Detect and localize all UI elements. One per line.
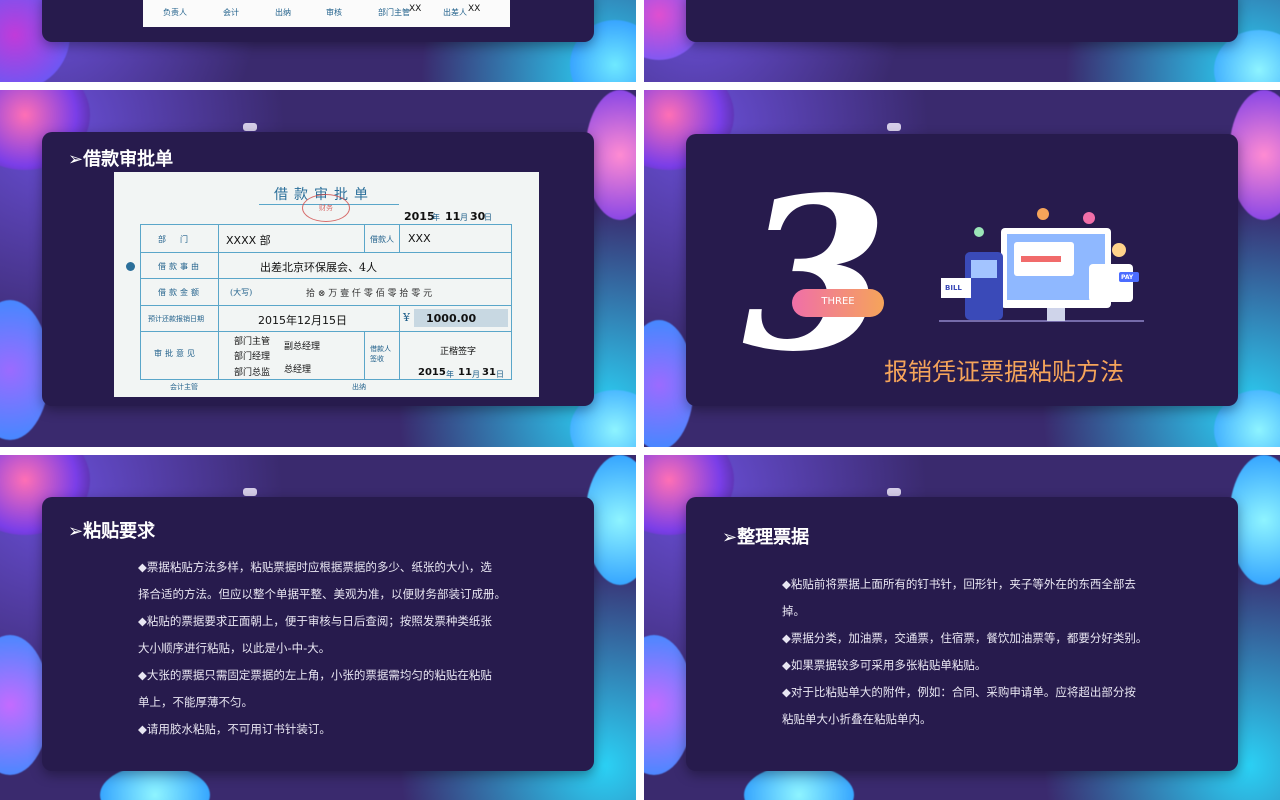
col-line	[218, 224, 219, 379]
slide-thumbnail-loan-approval[interactable]: ➢借款审批单 借款审批单 财务 2015 年 11 月 30 日 部门 XXXX…	[0, 90, 636, 447]
sign-value: 正楷签字	[440, 347, 477, 357]
paste-requirements-list: ◆票据粘贴方法多样，粘贴票据时应根据票据的多少、纸张的大小，选 择合适的方法。但…	[138, 554, 518, 743]
footer-accountant: 会计主管	[170, 383, 198, 391]
bullet-line: ◆如果票据较多可采用多张粘贴单粘贴。	[782, 658, 987, 672]
form-footer-dept-head-value: XX	[409, 4, 422, 14]
organize-receipts-list: ◆粘贴前将票据上面所有的钉书针，回形针，夹子等外在的东西全部去 掉。 ◆票据分类…	[782, 571, 1162, 733]
bullet-line: ◆票据分类，加油票，交通票，住宿票，餐饮加油票等，都要分好类别。	[782, 631, 1148, 645]
col-line	[399, 331, 400, 379]
borrower-value: XXX	[408, 232, 431, 245]
slide-heading: ➢整理票据	[722, 527, 810, 548]
slide-thumbnail-paste-requirements[interactable]: ➢粘贴要求 ◆票据粘贴方法多样，粘贴票据时应根据票据的多少、纸张的大小，选 择合…	[0, 455, 636, 800]
sign-date-year-unit: 年	[446, 370, 454, 379]
approver-3: 部门总监	[234, 368, 271, 378]
form-footer-dept-head: 部门主管	[378, 8, 410, 17]
form-footer-cashier: 出纳	[275, 8, 291, 17]
row-line	[140, 252, 511, 253]
reason-label: 借款事由	[158, 262, 202, 271]
approval-label: 审批意见	[154, 349, 198, 358]
form-date-day-unit: 日	[484, 213, 492, 222]
decorative-tag	[887, 488, 901, 496]
approval-stamp: 财务	[302, 194, 350, 222]
illustration-pay-label: PAY	[1121, 274, 1134, 281]
form-date-month-unit: 月	[460, 213, 468, 222]
bullet-line: ◆对于比粘贴单大的附件，例如：合同、采购申请单。应将超出部分按	[782, 685, 1136, 699]
row-line	[140, 305, 511, 306]
slide-thumbnail-top-right[interactable]	[644, 0, 1280, 82]
approver-2: 部门经理	[234, 352, 271, 362]
amount-symbol: ¥	[403, 311, 410, 324]
col-line	[399, 305, 400, 331]
illustration-bill-label: BILL	[945, 284, 962, 292]
bullet-line: 大小顺序进行粘贴，以此是小-中-大。	[138, 641, 331, 655]
bullet-line: ◆粘贴前将票据上面所有的钉书针，回形针，夹子等外在的东西全部去	[782, 577, 1136, 591]
row-line	[140, 331, 511, 332]
row-line	[140, 278, 511, 279]
form-footer-claimant-value: XX	[468, 4, 481, 14]
slide-heading: ➢借款审批单	[68, 149, 174, 170]
bullet-line: 单上，不能厚薄不匀。	[138, 695, 253, 709]
expense-form-crop: 负责人 会计 出纳 审核 部门主管 XX 出差人 XX	[143, 0, 510, 27]
section-number: 3	[742, 151, 889, 398]
form-footer-claimant: 出差人	[443, 8, 467, 17]
footer-cashier: 出纳	[352, 383, 366, 391]
bullet-line: ◆粘贴的票据要求正面朝上，便于审核与日后查阅；按照发票种类纸张	[138, 614, 492, 628]
content-panel	[686, 0, 1238, 42]
col-line	[364, 224, 365, 252]
form-date-year: 2015	[404, 210, 435, 223]
decorative-tag	[243, 488, 257, 496]
amount-value: 1000.00	[426, 312, 477, 325]
slide-thumbnail-section-3[interactable]: 3 THREE 报销凭证票据粘贴方法 BILL PAY	[644, 90, 1280, 447]
repay-value: 2015年12月15日	[258, 314, 347, 327]
reason-value: 出差北京环保展会、4人	[260, 261, 377, 274]
borrower-label: 借款人	[370, 235, 394, 244]
form-footer-responsible: 负责人	[163, 8, 187, 17]
bullet-line: ◆票据粘贴方法多样，粘贴票据时应根据票据的多少、纸张的大小，选	[138, 560, 492, 574]
side-logo-icon	[126, 262, 135, 271]
form-footer-review: 审核	[326, 8, 342, 17]
sign-date-year: 2015	[418, 367, 446, 378]
dept-label: 部门	[158, 235, 202, 244]
sign-date-day-unit: 日	[496, 370, 504, 379]
section-label: THREE	[821, 296, 855, 307]
amount-words: 拾 ⊗ 万 壹 仟 零 佰 零 拾 零 元	[306, 289, 433, 299]
bullet-line: 掉。	[782, 604, 805, 618]
dept-value: XXXX 部	[226, 234, 271, 247]
sign-date-day: 31	[482, 367, 496, 378]
slide-heading: ➢粘贴要求	[68, 521, 156, 542]
repay-label: 预计还款报销日期	[148, 315, 204, 323]
decorative-tag	[243, 123, 257, 131]
form-date-month: 11	[445, 210, 461, 223]
slide-thumbnail-organize-receipts[interactable]: ➢整理票据 ◆粘贴前将票据上面所有的钉书针，回形针，夹子等外在的东西全部去 掉。…	[644, 455, 1280, 800]
col-line	[399, 224, 400, 252]
decorative-tag	[887, 123, 901, 131]
section-title: 报销凭证票据粘贴方法	[884, 358, 1124, 386]
bullet-line: ◆大张的票据只需固定票据的左上角，小张的票据需均匀的粘贴在粘贴	[138, 668, 492, 682]
approver-1: 部门主管	[234, 337, 271, 347]
amount-label: 借款金额	[158, 288, 202, 297]
sign-date-month-unit: 月	[472, 370, 480, 379]
stamp-text: 财务	[319, 204, 333, 212]
amount-upper-label: (大写)	[230, 288, 253, 297]
approver-note-1: 副总经理	[284, 342, 321, 352]
form-footer-accountant: 会计	[223, 8, 239, 17]
bullet-line: ◆请用胶水粘贴，不可用订书针装订。	[138, 722, 331, 736]
slide-thumbnail-top-left[interactable]: 负责人 会计 出纳 审核 部门主管 XX 出差人 XX	[0, 0, 636, 82]
loan-approval-form: 借款审批单 财务 2015 年 11 月 30 日 部门 XXXX 部 借款人 …	[114, 172, 539, 397]
sign-date-month: 11	[458, 367, 472, 378]
form-date-year-unit: 年	[432, 213, 440, 222]
payment-illustration-svg	[939, 208, 1144, 322]
payment-illustration: BILL PAY	[939, 200, 1144, 330]
sign-label: 借款人签收	[370, 345, 391, 363]
bullet-line: 择合适的方法。但应以整个单据平整、美观为准，以便财务部装订成册。	[138, 587, 506, 601]
col-line	[364, 331, 365, 379]
approver-note-2: 总经理	[284, 365, 312, 375]
bullet-line: 粘贴单大小折叠在粘贴单内。	[782, 712, 932, 726]
